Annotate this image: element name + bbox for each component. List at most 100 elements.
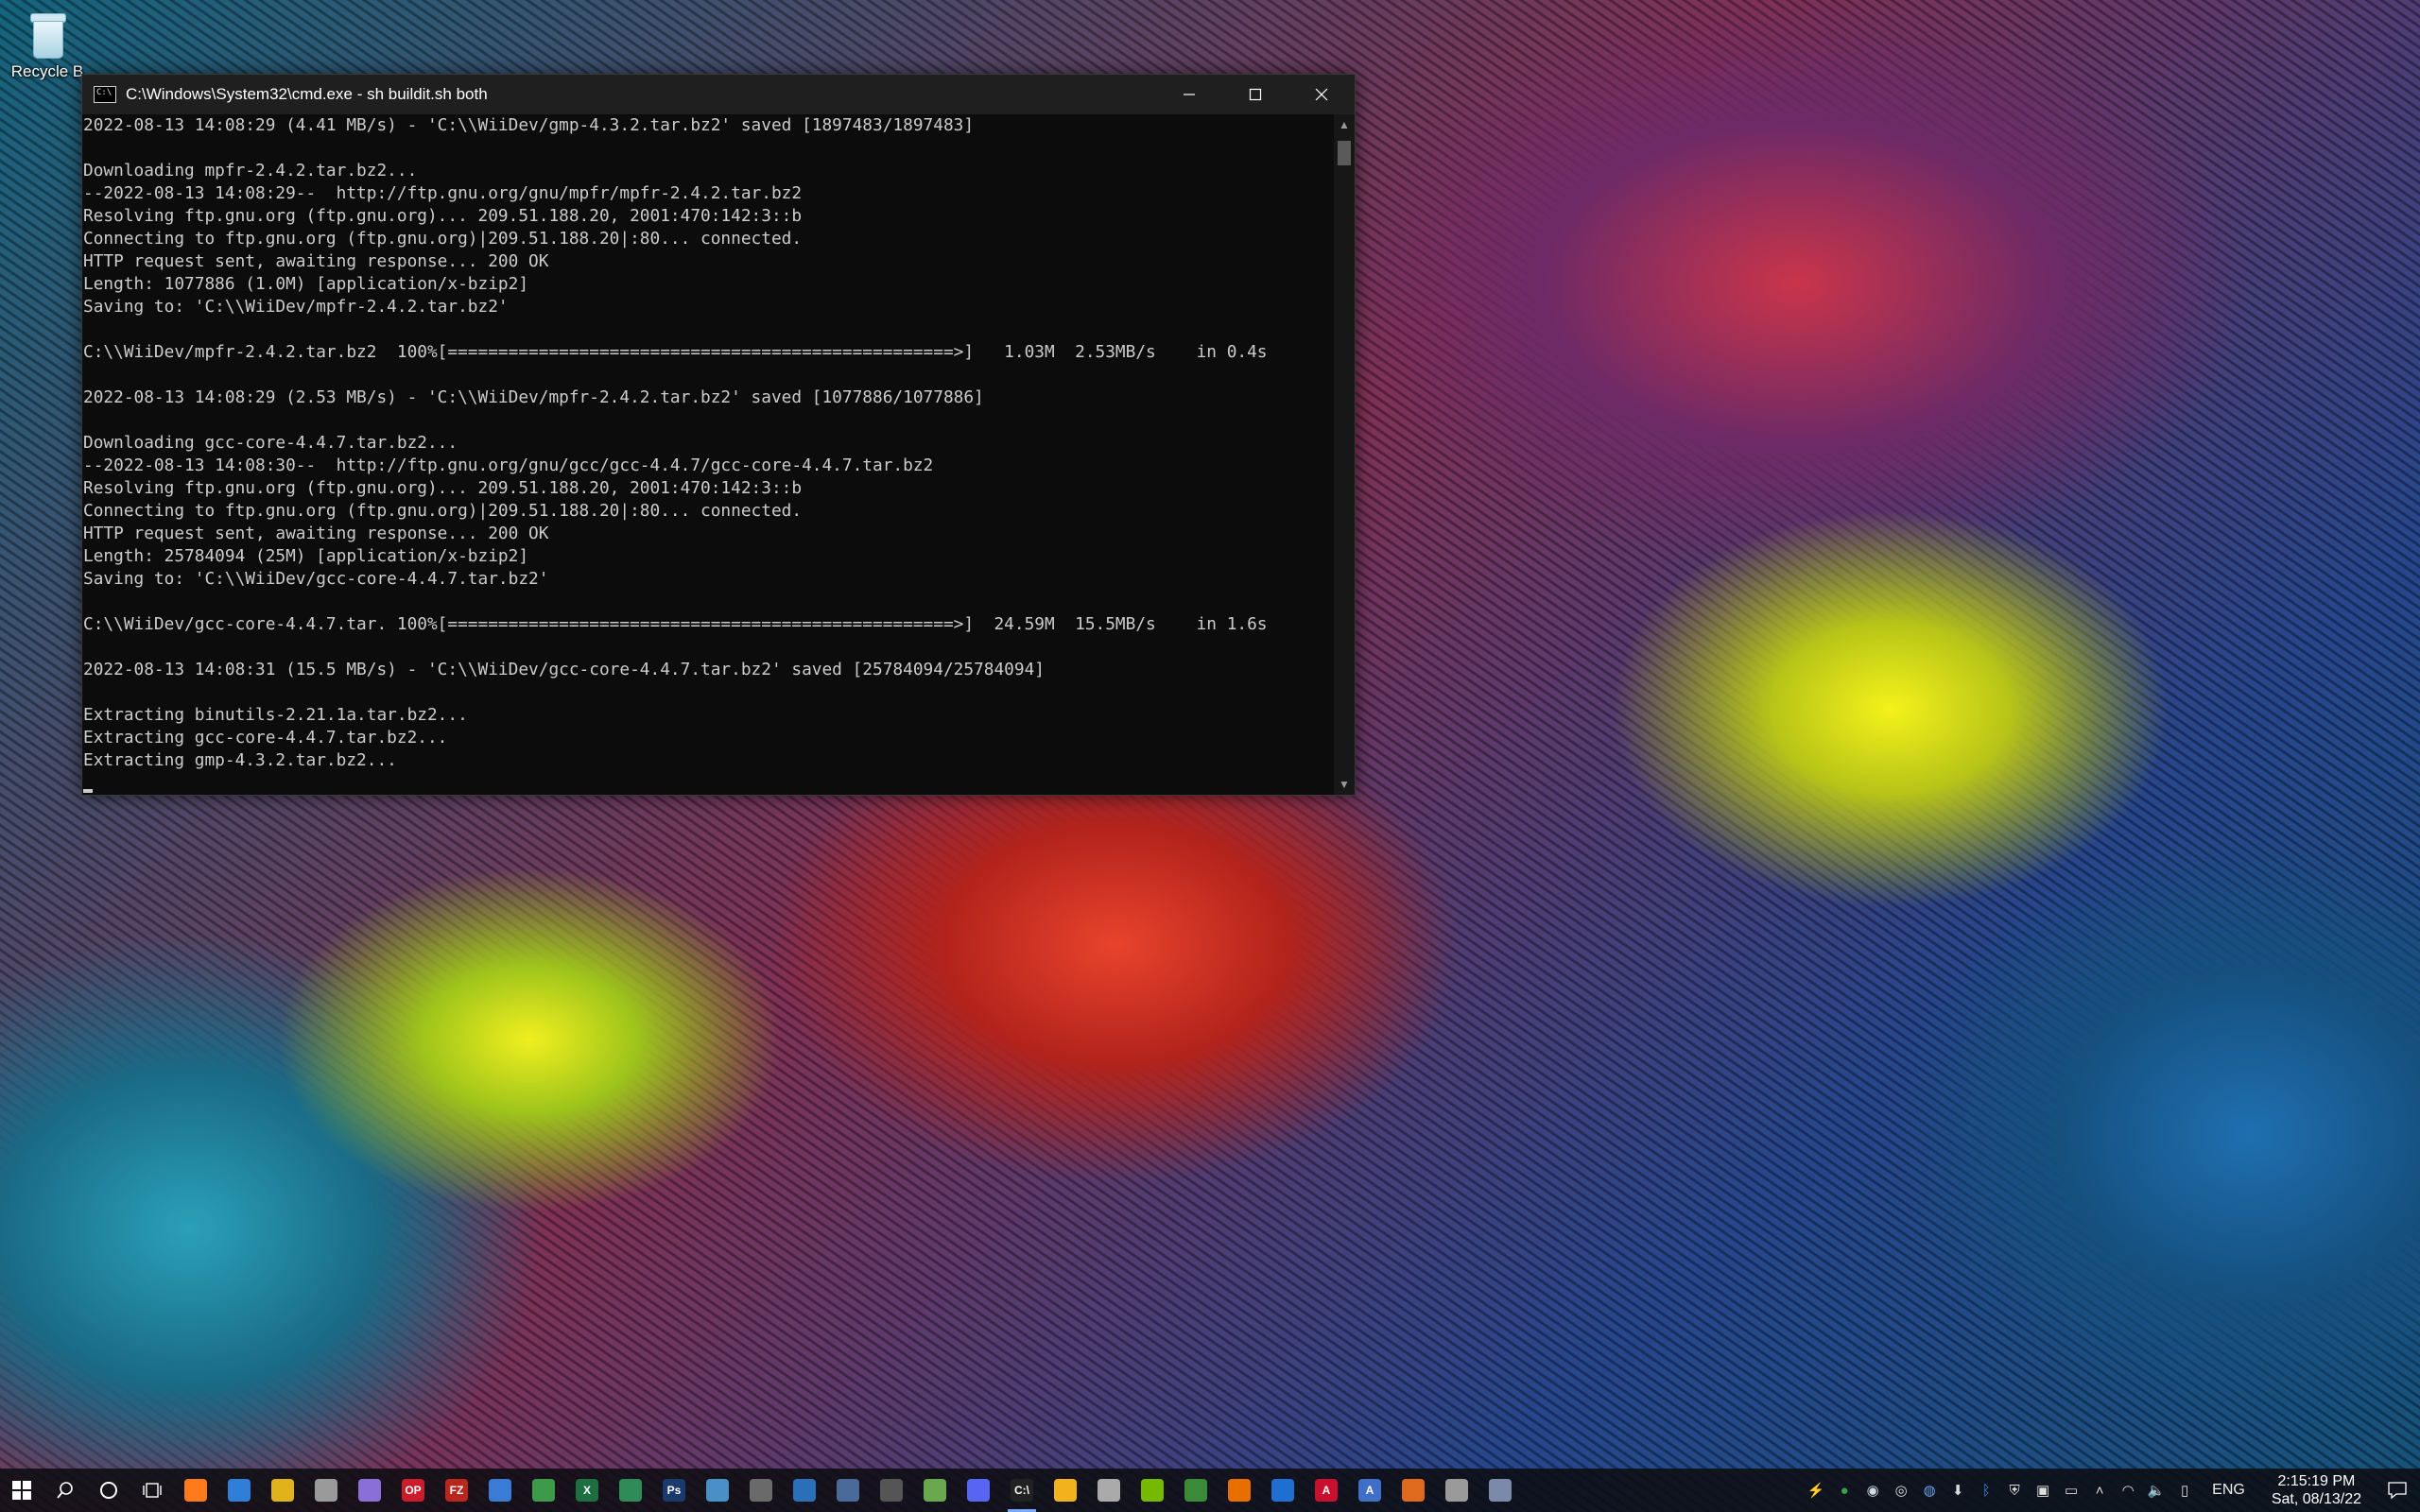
clock-time: 2:15:19 PM [2277,1473,2356,1489]
weather-icon [1054,1479,1077,1502]
terminal-output[interactable]: 2022-08-13 14:08:29 (4.41 MB/s) - 'C:\\W… [82,114,1334,795]
maximize-icon [1249,88,1262,101]
cmd-app-icon[interactable] [94,86,116,103]
app-book-taskbar-button[interactable] [783,1469,826,1512]
excel-taskbar-button[interactable]: X [565,1469,609,1512]
notification-button[interactable] [2375,1469,2420,1512]
terminal-line: HTTP request sent, awaiting response... … [83,251,549,271]
app-yellow-icon [271,1479,294,1502]
terminal-line: Saving to: 'C:\\WiiDev/mpfr-2.4.2.tar.bz… [83,297,509,317]
terminal-line: Extracting binutils-2.21.1a.tar.bz2... [83,705,468,725]
search-icon [54,1479,77,1502]
scrollbar-thumb[interactable] [1338,141,1351,165]
terminal-cursor [83,789,93,793]
defender-icon[interactable]: ⛨ [2000,1469,2029,1512]
app-cursor-taskbar-button[interactable] [870,1469,913,1512]
opera-taskbar-button[interactable]: OP [391,1469,435,1512]
app-orange-taskbar-button[interactable] [1392,1469,1435,1512]
app-book-icon [793,1479,816,1502]
app-monitor-taskbar-button[interactable] [1478,1469,1522,1512]
lightning-icon[interactable]: ⚡ [1802,1469,1830,1512]
printer-icon [1445,1479,1468,1502]
app-rocket-taskbar-button[interactable] [348,1469,391,1512]
app-shield-blue-taskbar-button[interactable] [1261,1469,1305,1512]
usb-icon[interactable]: ▯ [2170,1469,2199,1512]
app-a-taskbar-button[interactable]: A [1348,1469,1392,1512]
app-folder-taskbar-button[interactable] [696,1469,739,1512]
app-sheet-icon [619,1479,642,1502]
chevron-up-icon[interactable]: ˄ [2085,1469,2114,1512]
keyboard-taskbar-button[interactable] [739,1469,783,1512]
scroll-down-icon[interactable]: ▼ [1334,774,1355,795]
download-icon[interactable]: ⬇ [1944,1469,1972,1512]
scroll-up-icon[interactable]: ▲ [1334,114,1355,135]
app-calc-icon [837,1479,859,1502]
start-taskbar-button[interactable] [0,1469,43,1512]
app-blue-taskbar-button[interactable] [217,1469,261,1512]
firefox-icon [184,1479,207,1502]
title-bar[interactable]: C:\Windows\System32\cmd.exe - sh buildit… [82,75,1355,114]
recycle-bin-shortcut[interactable]: Recycle B [8,9,87,81]
app-gamepad-taskbar-button[interactable] [1087,1469,1131,1512]
app-shield-blue-icon [1271,1479,1294,1502]
app-cursor-icon [880,1479,903,1502]
globe-icon[interactable]: ◍ [1915,1469,1944,1512]
wifi-icon[interactable]: ◠ [2114,1469,2142,1512]
clock-date: Sat, 08/13/22 [2271,1491,2361,1507]
recycle-bin-icon [26,9,68,59]
terminal-line: Extracting gmp-4.3.2.tar.bz2... [83,750,397,770]
minimize-button[interactable] [1156,75,1222,114]
app-sheet-taskbar-button[interactable] [609,1469,652,1512]
bluetooth-icon[interactable]: ᛒ [1972,1469,2000,1512]
terminal-line: Downloading gcc-core-4.4.7.tar.bz2... [83,433,458,453]
app-pen-taskbar-button[interactable] [913,1469,957,1512]
search-taskbar-button[interactable] [43,1469,87,1512]
printer-taskbar-button[interactable] [1435,1469,1478,1512]
app-orange-icon [1402,1479,1425,1502]
nvidia-taskbar-button[interactable] [1131,1469,1174,1512]
steam-icon[interactable]: ◉ [1858,1469,1887,1512]
system-tray: ⚡ ● ◉ ◎ ◍ ⬇ ᛒ ⛨ ▣ ▭ ˄ ◠ 🔈 ▯ ENG 2:15:19 PM Sat, 08/13… [1802,1469,2420,1512]
acrobat-taskbar-button[interactable]: A [1305,1469,1348,1512]
photoshop-taskbar-button[interactable]: Ps [652,1469,696,1512]
excel-icon: X [576,1479,598,1502]
app-window-taskbar-button[interactable] [478,1469,522,1512]
maximize-button[interactable] [1222,75,1288,114]
taskbar-pinned-apps: OP FZ X Ps C:\ A A [0,1469,1522,1512]
volume-icon[interactable]: 🔈 [2142,1469,2170,1512]
vertical-scrollbar[interactable]: ▲ ▼ [1334,114,1355,795]
weather-taskbar-button[interactable] [1044,1469,1087,1512]
lifebuoy-icon[interactable]: ◎ [1887,1469,1915,1512]
app-rocket-icon [358,1479,381,1502]
terminal-cursor-line [83,772,1334,795]
cortana-taskbar-button[interactable] [87,1469,130,1512]
start-icon [10,1479,33,1502]
app-tree-taskbar-button[interactable] [1174,1469,1218,1512]
terminal-line: Saving to: 'C:\\WiiDev/gcc-core-4.4.7.ta… [83,569,549,589]
battery-icon[interactable]: ▭ [2057,1469,2085,1512]
terminal-line: 2022-08-13 14:08:31 (15.5 MB/s) - 'C:\\W… [83,660,1045,679]
filezilla-taskbar-button[interactable]: FZ [435,1469,478,1512]
terminal-line: Resolving ftp.gnu.org (ftp.gnu.org)... 2… [83,478,803,498]
app-yellow-taskbar-button[interactable] [261,1469,304,1512]
notification-icon [2388,1482,2407,1500]
language-indicator[interactable]: ENG [2199,1482,2258,1499]
camera-icon[interactable]: ▣ [2029,1469,2057,1512]
firefox-taskbar-button[interactable] [174,1469,217,1512]
discord-taskbar-button[interactable] [957,1469,1000,1512]
console-window[interactable]: C:\Windows\System32\cmd.exe - sh buildit… [81,74,1356,796]
java-taskbar-button[interactable] [1218,1469,1261,1512]
task-view-taskbar-button[interactable] [130,1469,174,1512]
clock[interactable]: 2:15:19 PM Sat, 08/13/22 [2258,1472,2375,1508]
app-green-icon [532,1479,555,1502]
app-globe-icon [315,1479,337,1502]
app-calc-taskbar-button[interactable] [826,1469,870,1512]
app-globe-taskbar-button[interactable] [304,1469,348,1512]
app-green-taskbar-button[interactable] [522,1469,565,1512]
app-tray-green-icon[interactable]: ● [1830,1469,1858,1512]
cmd-taskbar-button[interactable]: C:\ [1000,1469,1044,1512]
close-button[interactable] [1288,75,1355,114]
